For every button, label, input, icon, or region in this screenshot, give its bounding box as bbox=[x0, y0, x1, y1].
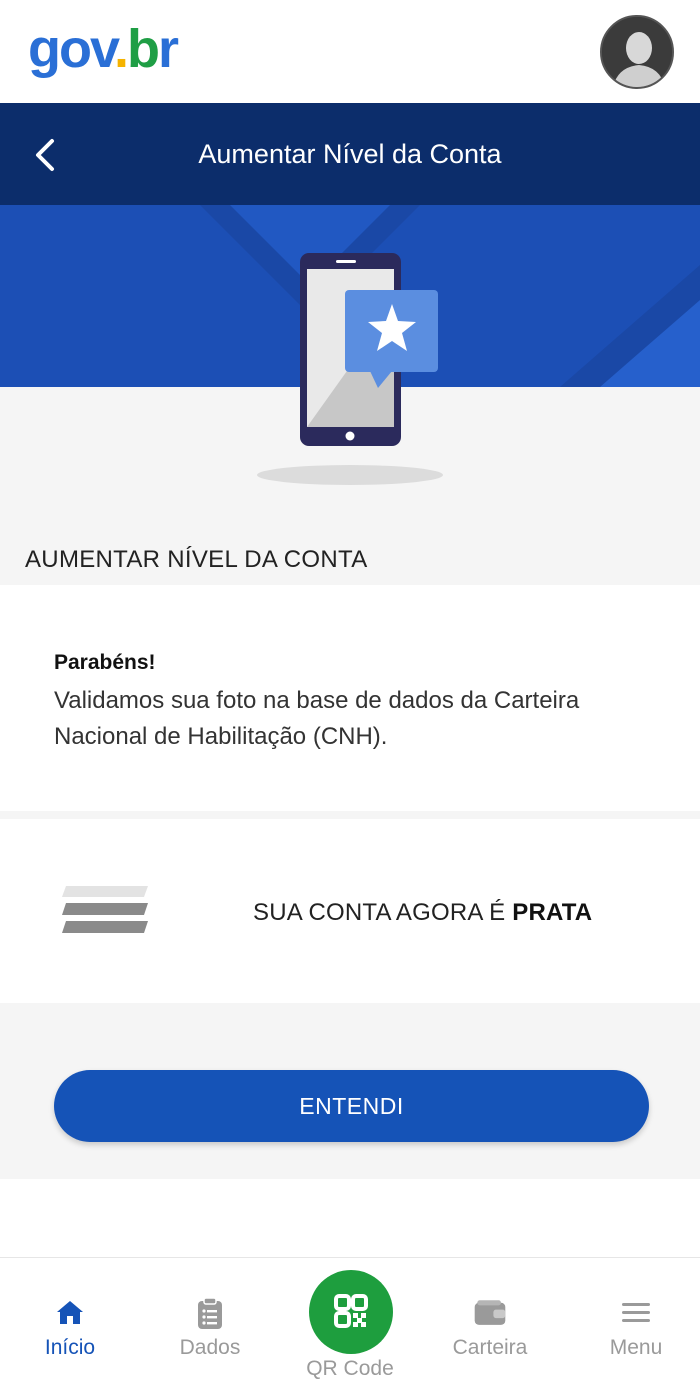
logo-text-b: b bbox=[127, 19, 160, 79]
tab-dados[interactable]: Dados bbox=[140, 1258, 280, 1384]
page-title: Aumentar Nível da Conta bbox=[198, 139, 502, 169]
level-prefix: SUA CONTA AGORA É bbox=[253, 899, 513, 926]
wallet-icon bbox=[474, 1300, 506, 1325]
user-avatar-icon bbox=[602, 17, 672, 87]
tab-label: Carteira bbox=[452, 1336, 528, 1359]
entendi-button[interactable]: ENTENDI bbox=[54, 1070, 649, 1142]
success-message-card: Parabéns! Validamos sua foto na base de … bbox=[0, 585, 700, 811]
shadow-shape bbox=[257, 465, 443, 485]
page-header: Aumentar Nível da Conta bbox=[0, 103, 700, 205]
silver-level-icon bbox=[62, 886, 148, 933]
section-title: AUMENTAR NÍVEL DA CONTA bbox=[25, 546, 368, 573]
logo-text-gov: gov bbox=[28, 19, 116, 79]
level-value: PRATA bbox=[512, 899, 593, 926]
account-level-card: SUA CONTA AGORA É PRATA bbox=[0, 819, 700, 1003]
tab-label: Menu bbox=[609, 1336, 663, 1359]
logo-text-r: r bbox=[158, 19, 179, 79]
tab-inicio[interactable]: Início bbox=[0, 1258, 140, 1384]
govbr-logo[interactable]: gov.br bbox=[28, 19, 179, 79]
message-body: Validamos sua foto na base de dados da C… bbox=[54, 687, 580, 750]
phone-star-illustration bbox=[257, 253, 443, 485]
avatar[interactable] bbox=[600, 15, 674, 89]
menu-icon bbox=[622, 1303, 650, 1322]
content-bottom bbox=[0, 1179, 700, 1257]
tab-carteira[interactable]: Carteira bbox=[420, 1258, 560, 1384]
tab-menu[interactable]: Menu bbox=[566, 1258, 700, 1384]
top-bar: gov.br bbox=[0, 0, 700, 103]
qr-code-icon bbox=[334, 1294, 368, 1328]
clipboard-icon bbox=[198, 1297, 222, 1329]
qr-code-label: QR Code bbox=[306, 1357, 394, 1380]
tab-label: Dados bbox=[179, 1336, 241, 1359]
logo-text-dot: . bbox=[114, 19, 129, 79]
message-title: Parabéns! bbox=[54, 651, 156, 674]
action-area: ENTENDI bbox=[0, 1003, 700, 1179]
qr-code-button[interactable] bbox=[309, 1270, 393, 1354]
home-icon bbox=[57, 1301, 83, 1324]
account-level-text: SUA CONTA AGORA É PRATA bbox=[253, 899, 592, 927]
tab-label: Início bbox=[44, 1336, 96, 1359]
